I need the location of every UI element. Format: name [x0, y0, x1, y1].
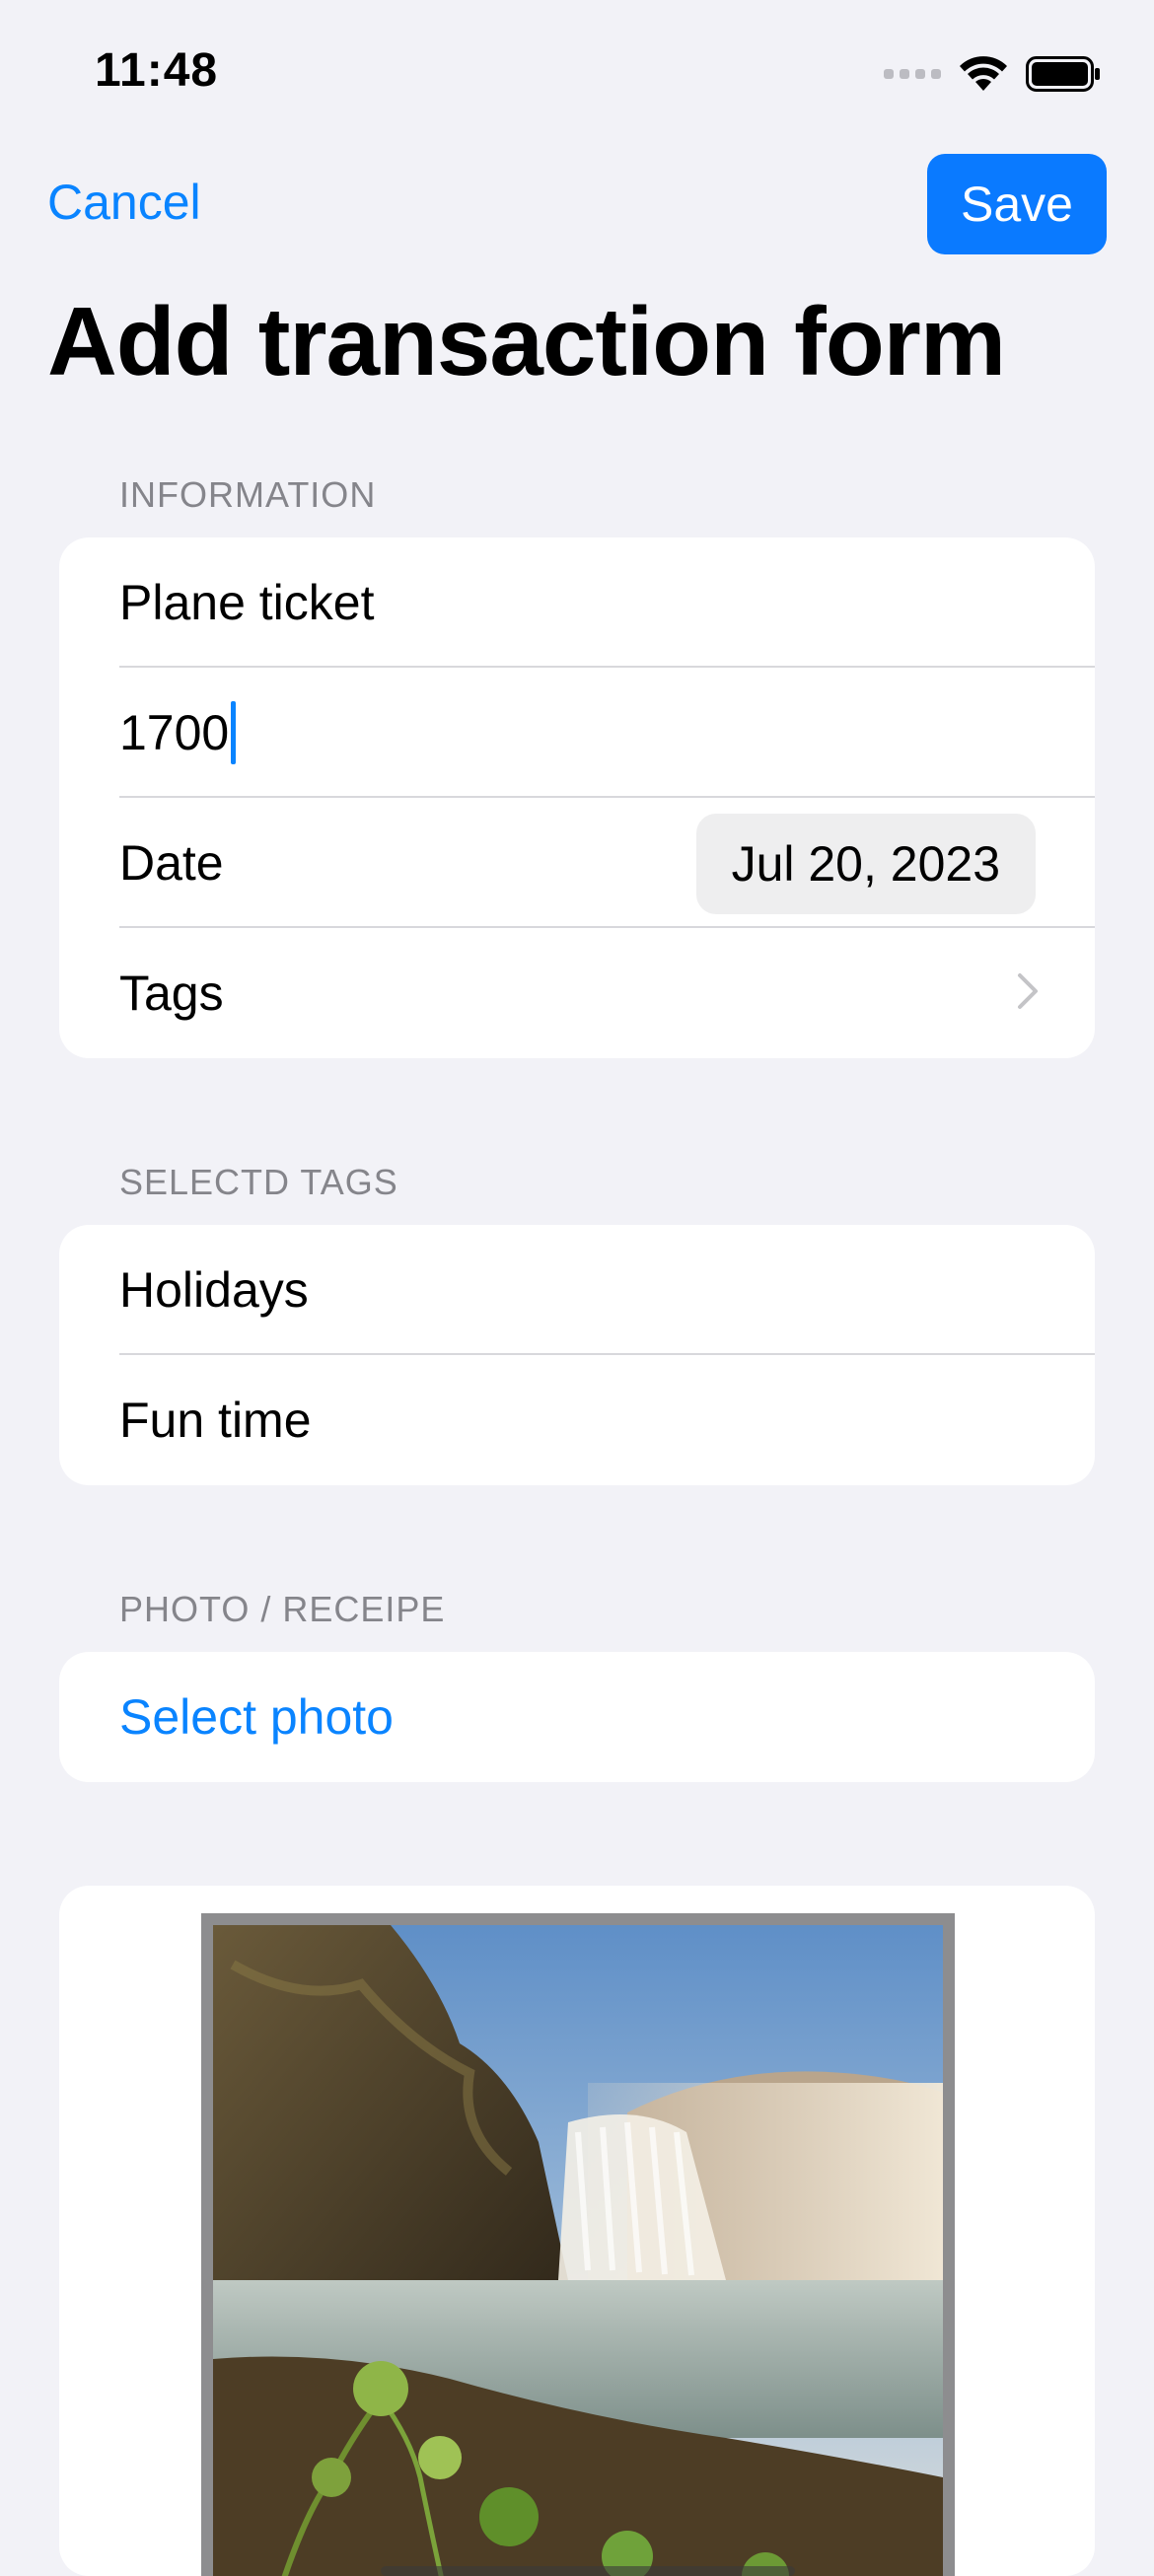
date-label: Date — [119, 835, 224, 891]
name-field[interactable]: Plane ticket — [119, 574, 374, 631]
amount-field[interactable]: 1700 — [119, 704, 229, 761]
page-title: Add transaction form — [47, 287, 1006, 395]
list-item[interactable]: Fun time — [59, 1355, 1095, 1485]
information-header: INFORMATION — [119, 474, 377, 515]
selected-tags-header: SELECTD TAGS — [119, 1162, 398, 1202]
photo-header: PHOTO / RECEIPE — [119, 1589, 446, 1629]
photo-preview-card — [59, 1886, 1095, 2576]
tag-label: Holidays — [119, 1262, 309, 1318]
information-card: Plane ticket 1700 Date Jul 20, 2023 Tags — [59, 537, 1095, 1058]
date-picker-button[interactable]: Jul 20, 2023 — [695, 814, 1036, 914]
battery-icon — [1026, 56, 1100, 92]
date-row: Date Jul 20, 2023 — [59, 798, 1095, 928]
status-icons — [884, 55, 1101, 93]
list-item[interactable]: Holidays — [59, 1225, 1095, 1355]
tags-row[interactable]: Tags — [59, 928, 1095, 1058]
tags-label: Tags — [119, 966, 224, 1021]
photo-frame — [201, 1913, 955, 2576]
signal-icon — [884, 69, 941, 79]
selected-tags-card: Holidays Fun time — [59, 1225, 1095, 1485]
nav-bar: Cancel Save — [0, 148, 1154, 266]
status-time: 11:48 — [95, 44, 219, 97]
amount-row[interactable]: 1700 — [59, 668, 1095, 798]
tag-label: Fun time — [119, 1393, 312, 1448]
waterfall-photo — [213, 1925, 943, 2576]
chevron-right-icon — [1018, 973, 1038, 1009]
cancel-button[interactable]: Cancel — [47, 174, 201, 231]
status-bar: 11:48 — [0, 0, 1154, 148]
text-cursor — [231, 701, 237, 764]
save-button[interactable]: Save — [927, 154, 1107, 254]
select-photo-label: Select photo — [119, 1689, 394, 1745]
name-row[interactable]: Plane ticket — [59, 537, 1095, 668]
photo-select-card: Select photo — [59, 1652, 1095, 1782]
wifi-icon — [960, 56, 1007, 91]
select-photo-button[interactable]: Select photo — [59, 1652, 1095, 1782]
